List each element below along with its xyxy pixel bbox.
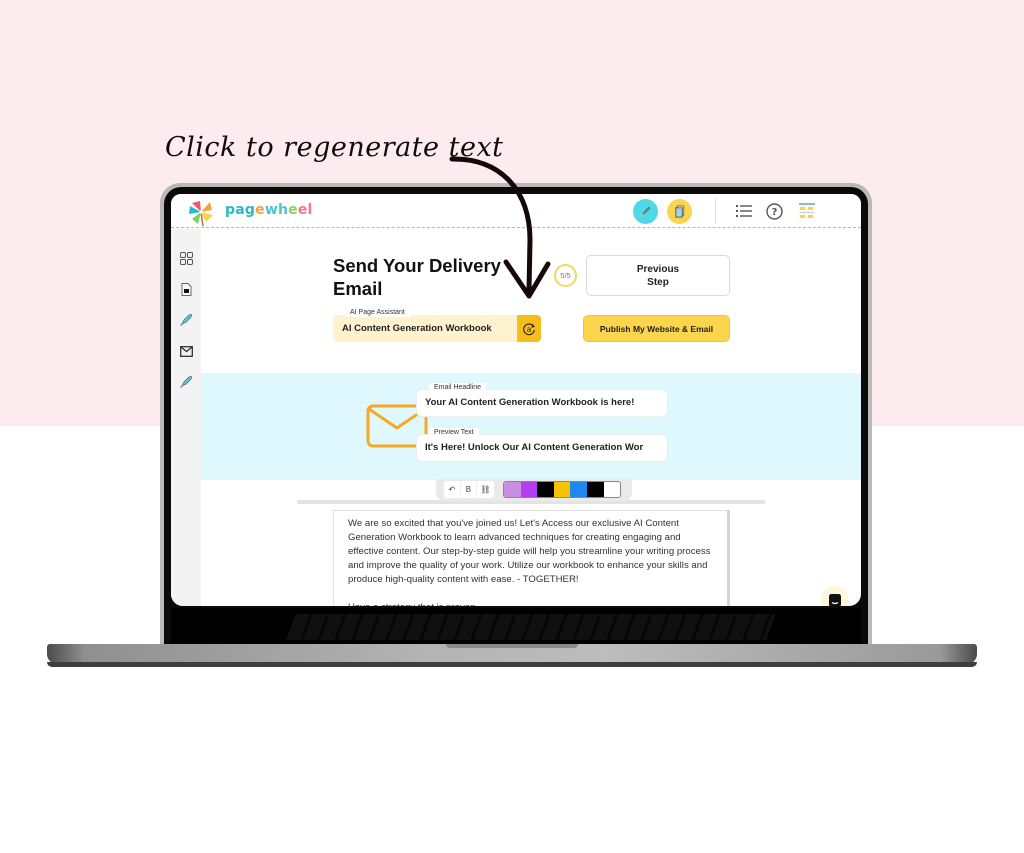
- preview-text-field[interactable]: Preview Text It's Here! Unlock Our AI Co…: [417, 428, 667, 461]
- top-bar: pagewheel ?: [171, 194, 861, 228]
- document-icon: [181, 282, 191, 296]
- regenerate-button[interactable]: a: [517, 315, 541, 342]
- email-headline-label: Email Headline: [429, 383, 487, 392]
- sidebar-item-publish[interactable]: [178, 374, 194, 390]
- laptop-notch: [446, 644, 578, 648]
- chat-support-icon: [829, 593, 841, 606]
- chat-support-button[interactable]: [821, 586, 849, 606]
- page-title: Send Your Delivery Email: [333, 255, 501, 299]
- toolbar-divider: [715, 198, 716, 224]
- document-icon: [674, 205, 684, 218]
- list-icon[interactable]: [734, 201, 754, 221]
- help-icon[interactable]: ?: [764, 201, 784, 221]
- sidebar: [171, 229, 201, 606]
- brand-letter: p: [225, 202, 236, 218]
- grid-icon: [179, 251, 193, 265]
- preview-text-label: Preview Text: [429, 428, 479, 437]
- svg-text:?: ?: [771, 207, 777, 218]
- regenerate-ai-icon: a: [523, 323, 535, 335]
- email-headline-field[interactable]: Email Headline Your AI Content Generatio…: [417, 383, 667, 416]
- brand-letter: g: [244, 202, 256, 218]
- brand-letter: e: [288, 202, 298, 218]
- brand-letter: a: [235, 202, 245, 218]
- rocket-icon: [179, 313, 193, 327]
- rocket-icon: [179, 375, 193, 389]
- sidebar-item-email[interactable]: [178, 343, 194, 359]
- color-swatches: [503, 481, 622, 498]
- pinwheel-logo-icon[interactable]: [186, 197, 216, 227]
- body-paragraph: We are so excited that you've joined us!…: [348, 518, 711, 585]
- undo-button[interactable]: ↶: [444, 481, 461, 498]
- rocket-button[interactable]: [633, 199, 658, 224]
- previous-step-button[interactable]: Previous Step: [586, 255, 730, 296]
- sidebar-item-page[interactable]: [178, 281, 194, 297]
- color-swatch[interactable]: [553, 482, 571, 497]
- ai-assistant-value[interactable]: AI Content Generation Workbook: [342, 323, 492, 334]
- body-paragraph: Have a strategy that is proven...: [348, 601, 713, 606]
- brand-letter: h: [277, 202, 289, 218]
- color-swatch[interactable]: [603, 482, 621, 497]
- preview-thumbnail-icon[interactable]: [797, 201, 817, 221]
- brand-letter: l: [307, 202, 313, 218]
- bold-button[interactable]: B: [461, 481, 478, 498]
- ai-page-assistant-field[interactable]: AI Page Assistant AI Content Generation …: [333, 308, 541, 342]
- ai-assistant-label: AI Page Assistant: [345, 308, 410, 317]
- mail-icon: [179, 345, 193, 357]
- callout-text: Click to regenerate text: [165, 132, 504, 163]
- svg-text:a: a: [527, 325, 532, 334]
- format-buttons: ↶ B ⛓: [444, 481, 494, 498]
- app-screen: pagewheel ? Send Your Delivery Email 5/5…: [171, 194, 861, 606]
- sidebar-item-dashboard[interactable]: [178, 250, 194, 266]
- color-swatch[interactable]: [520, 482, 538, 497]
- color-swatch[interactable]: [537, 482, 554, 497]
- color-swatch[interactable]: [586, 482, 604, 497]
- brand-letter: e: [297, 202, 308, 218]
- brand-letter: e: [255, 202, 265, 218]
- step-progress-badge: 5/5: [554, 264, 577, 287]
- color-swatch[interactable]: [570, 482, 587, 497]
- link-button[interactable]: ⛓: [477, 481, 494, 498]
- color-swatch[interactable]: [504, 482, 521, 497]
- brand-name: pagewheel: [225, 202, 313, 218]
- pages-button[interactable]: [667, 199, 692, 224]
- publish-website-email-button[interactable]: Publish My Website & Email: [583, 315, 730, 342]
- brand-letter: w: [264, 202, 278, 218]
- email-body-editor[interactable]: We are so excited that you've joined us!…: [333, 510, 730, 606]
- email-headline-value[interactable]: Your AI Content Generation Workbook is h…: [425, 397, 661, 408]
- keyboard-reflection: [171, 608, 861, 644]
- preview-text-value[interactable]: It's Here! Unlock Our AI Content Generat…: [425, 442, 661, 453]
- rocket-icon: [640, 206, 651, 217]
- sidebar-item-launch[interactable]: [178, 312, 194, 328]
